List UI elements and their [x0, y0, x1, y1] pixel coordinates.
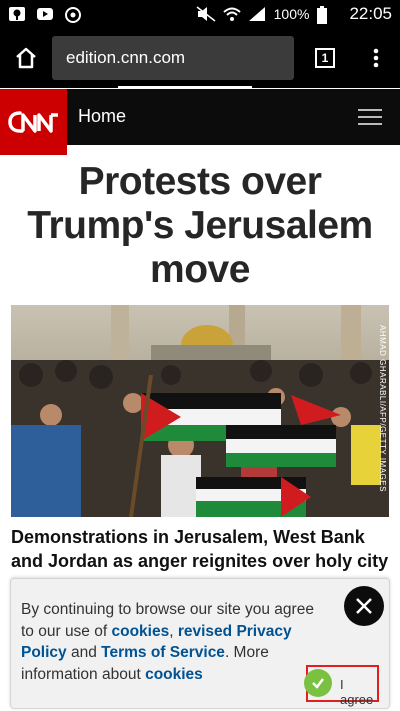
tab-count: 1	[315, 48, 335, 68]
battery-percent: 100%	[273, 6, 310, 22]
cookies-info-link[interactable]: cookies	[145, 666, 203, 683]
clock: 22:05	[349, 4, 392, 23]
home-icon	[16, 47, 36, 69]
sync-icon	[64, 6, 82, 23]
system-icons: 100% 22:05	[196, 4, 392, 24]
nav-home-link[interactable]: Home	[78, 106, 126, 127]
more-vert-icon	[373, 48, 379, 68]
photo-credit: AHMAD GHARABLI/AFP/GETTY IMAGES	[378, 325, 387, 492]
terms-of-service-link[interactable]: Terms of Service	[101, 644, 225, 661]
check-icon	[304, 669, 332, 697]
wifi-icon	[222, 6, 241, 22]
article-subhead[interactable]: Demonstrations in Jerusalem, West Bank a…	[11, 525, 389, 581]
notification-icons	[8, 6, 82, 23]
page: 100% 22:05 edition.cnn.com 1 Home Protes…	[0, 0, 400, 711]
agree-button[interactable]: I agree	[304, 665, 379, 707]
hamburger-icon	[358, 109, 382, 125]
agree-label: I agree	[340, 677, 374, 707]
browser-menu-button[interactable]	[352, 28, 400, 88]
browser-home-button[interactable]	[0, 28, 52, 88]
browser-toolbar: edition.cnn.com 1	[0, 28, 400, 88]
hero-image[interactable]: AHMAD GHARABLI/AFP/GETTY IMAGES	[11, 305, 389, 517]
site-menu-button[interactable]	[340, 89, 400, 145]
signal-icon	[248, 6, 266, 22]
close-icon	[356, 598, 372, 614]
site-header: Home	[0, 89, 400, 155]
cnn-logo-mark	[7, 111, 58, 133]
protest-photo	[11, 305, 389, 517]
article-headline[interactable]: Protests over Trump's Jerusalem move	[10, 160, 390, 292]
cookie-message: By continuing to browse our site you agr…	[21, 599, 331, 685]
close-banner-button[interactable]	[344, 586, 384, 626]
cookie-text-2: and	[66, 644, 102, 661]
battery-icon	[317, 6, 335, 24]
cookie-sep: ,	[169, 622, 178, 640]
cookie-banner: By continuing to browse our site you agr…	[10, 578, 390, 709]
cnn-logo[interactable]	[0, 89, 67, 155]
youtube-icon	[36, 6, 54, 22]
tab-switcher-button[interactable]: 1	[298, 28, 352, 88]
url-bar[interactable]: edition.cnn.com	[52, 36, 294, 80]
status-bar: 100% 22:05	[0, 0, 400, 28]
app-notification-icon	[8, 6, 26, 22]
cookies-link[interactable]: cookies	[111, 623, 169, 640]
url-text: edition.cnn.com	[66, 48, 186, 67]
mute-icon	[196, 6, 216, 22]
